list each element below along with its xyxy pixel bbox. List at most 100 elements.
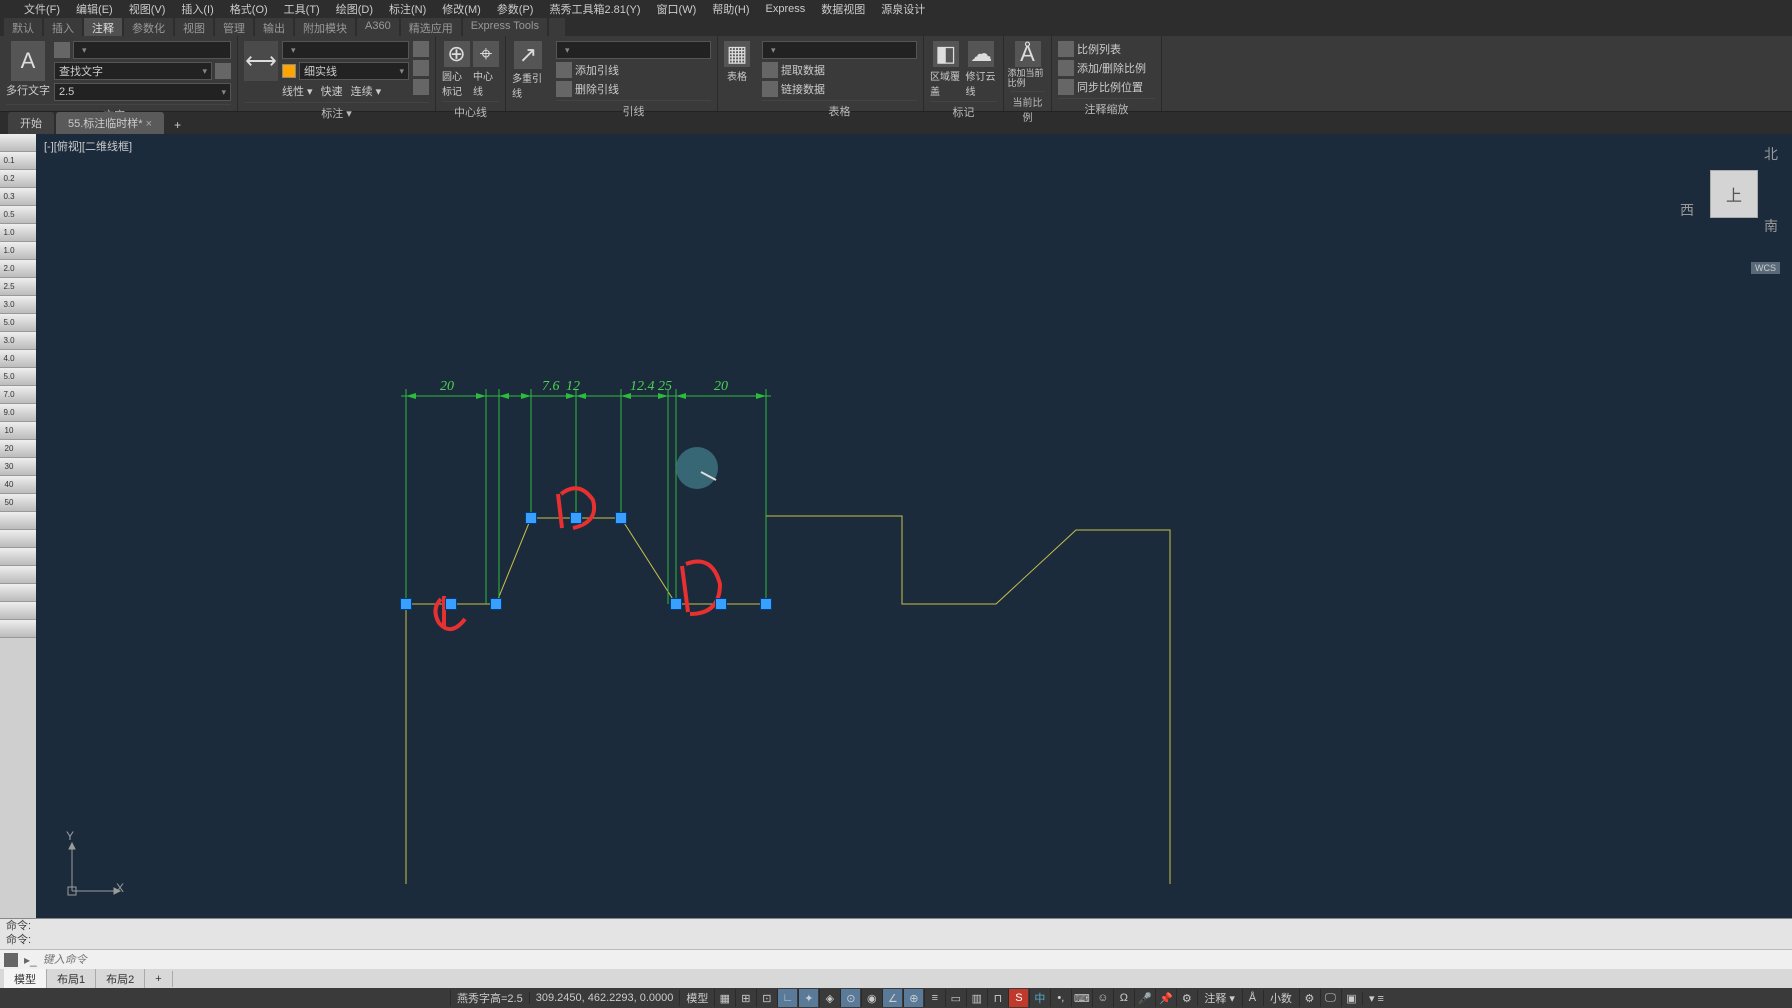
add-scale-button[interactable]: 添加/删除比例 — [1058, 60, 1146, 76]
ribbon-tab[interactable]: 插入 — [44, 18, 82, 36]
menu-item[interactable]: 参数(P) — [491, 1, 540, 17]
grip[interactable] — [525, 512, 537, 524]
toolbar-button[interactable] — [18, 296, 36, 314]
toolbar-button[interactable] — [18, 566, 36, 584]
ribbon-tab[interactable]: 注释 — [84, 18, 122, 36]
grip[interactable] — [445, 598, 457, 610]
toolbar-button[interactable] — [0, 602, 18, 620]
mleader-button[interactable]: ↗多重引线 — [512, 41, 544, 100]
toolbar-button[interactable]: 2.0 — [0, 260, 18, 278]
toolbar-button[interactable]: 0.3 — [0, 188, 18, 206]
dim-tool-icon-2[interactable] — [413, 60, 429, 76]
remove-leader-button[interactable]: 删除引线 — [556, 81, 711, 97]
layout-tab-2[interactable]: 布局2 — [96, 969, 145, 989]
toolbar-button[interactable] — [18, 386, 36, 404]
ime-kb-icon[interactable]: ⌨ — [1071, 989, 1091, 1007]
toolbar-button[interactable] — [18, 134, 36, 152]
command-line[interactable]: ▸_ — [0, 949, 1792, 969]
extract-data-button[interactable]: 提取数据 — [762, 62, 917, 78]
dim-big-button[interactable]: ⟷ — [244, 41, 278, 81]
toolbar-button[interactable] — [0, 620, 18, 638]
menu-item[interactable]: 窗口(W) — [651, 1, 703, 17]
sync-scale-button[interactable]: 同步比例位置 — [1058, 79, 1146, 95]
grip[interactable] — [670, 598, 682, 610]
monitor-icon[interactable]: 🖵 — [1320, 989, 1340, 1007]
ime-zh-icon[interactable]: 中 — [1029, 989, 1049, 1007]
toolbar-button[interactable] — [18, 206, 36, 224]
wipeout-button[interactable]: ◧区域覆盖 — [930, 41, 962, 98]
annotation-menu[interactable]: 注释 ▾ — [1197, 990, 1241, 1006]
toolbar-button[interactable] — [0, 512, 18, 530]
revcloud-button[interactable]: ☁修订云线 — [966, 41, 998, 98]
toolbar-button[interactable] — [0, 566, 18, 584]
layout-tab-model[interactable]: 模型 — [4, 969, 47, 989]
menu-item[interactable]: 绘图(D) — [330, 1, 379, 17]
ime-smile-icon[interactable]: ☺ — [1092, 989, 1112, 1007]
qp-toggle[interactable]: ▥ — [966, 989, 986, 1007]
layout-add-button[interactable]: + — [145, 971, 172, 987]
left-toolbar-2[interactable] — [18, 134, 36, 980]
customize-status[interactable]: ▾ ≡ — [1362, 992, 1390, 1005]
ime-pin-icon[interactable]: 📌 — [1155, 989, 1175, 1007]
text-style-combo[interactable] — [73, 41, 231, 59]
menu-item[interactable]: 燕秀工具箱2.81(Y) — [543, 1, 646, 17]
toolbar-button[interactable]: 1.0 — [0, 224, 18, 242]
table-button[interactable]: ▦表格 — [724, 41, 750, 83]
close-tab-icon[interactable]: × — [146, 118, 152, 130]
lwt-toggle[interactable]: ≡ — [924, 989, 944, 1007]
toolbar-button[interactable] — [18, 224, 36, 242]
ribbon-tab[interactable]: 附加模块 — [295, 18, 355, 36]
toolbar-button[interactable] — [18, 494, 36, 512]
ortho-toggle[interactable]: ∟ — [777, 989, 797, 1007]
menu-item[interactable]: 源泉设计 — [875, 1, 931, 17]
layout-tab-1[interactable]: 布局1 — [47, 969, 96, 989]
toolbar-button[interactable]: 3.0 — [0, 296, 18, 314]
dim-layer-combo[interactable]: 细实线 — [299, 62, 409, 80]
menu-item[interactable]: 编辑(E) — [70, 1, 119, 17]
grip[interactable] — [400, 598, 412, 610]
iso-toggle[interactable]: ◈ — [819, 989, 839, 1007]
toolbar-button[interactable]: 50 — [0, 494, 18, 512]
toolbar-button[interactable] — [0, 584, 18, 602]
ime-omega-icon[interactable]: Ω — [1113, 989, 1133, 1007]
toolbar-button[interactable] — [18, 170, 36, 188]
grid-toggle[interactable]: ▦ — [714, 989, 734, 1007]
mleader-style-combo[interactable] — [556, 41, 711, 59]
toolbar-button[interactable] — [18, 440, 36, 458]
ribbon-tab[interactable] — [549, 18, 565, 36]
infer-toggle[interactable]: ⊡ — [756, 989, 776, 1007]
status-space[interactable]: 模型 — [679, 990, 714, 1006]
toolbar-button[interactable] — [0, 134, 18, 152]
toolbar-button[interactable] — [18, 188, 36, 206]
3dosnap-toggle[interactable]: ◉ — [861, 989, 881, 1007]
ribbon-tab[interactable]: A360 — [357, 18, 399, 36]
toolbar-button[interactable]: 7.0 — [0, 386, 18, 404]
findtext-combo[interactable]: 查找文字 — [54, 62, 212, 80]
link-data-button[interactable]: 链接数据 — [762, 81, 917, 97]
grip[interactable] — [615, 512, 627, 524]
toolbar-button[interactable] — [0, 530, 18, 548]
sc-toggle[interactable]: ⊓ — [987, 989, 1007, 1007]
menu-item[interactable]: 标注(N) — [383, 1, 432, 17]
toolbar-button[interactable]: 2.5 — [0, 278, 18, 296]
toolbar-button[interactable]: 40 — [0, 476, 18, 494]
scale-list-button[interactable]: 比例列表 — [1058, 41, 1146, 57]
polar-toggle[interactable]: ✦ — [798, 989, 818, 1007]
ime-gear-icon[interactable]: ⚙ — [1176, 989, 1196, 1007]
toolbar-button[interactable] — [18, 260, 36, 278]
toolbar-button[interactable] — [18, 350, 36, 368]
ribbon-tab[interactable]: 默认 — [4, 18, 42, 36]
cmd-arrow-icon[interactable]: ▸_ — [24, 953, 37, 967]
toolbar-button[interactable]: 20 — [0, 440, 18, 458]
dim-quick-button[interactable]: 快速 — [321, 83, 343, 99]
tpy-toggle[interactable]: ▭ — [945, 989, 965, 1007]
ribbon-tab[interactable]: 管理 — [215, 18, 253, 36]
toolbar-button[interactable]: 3.0 — [0, 332, 18, 350]
toolbar-button[interactable]: 0.1 — [0, 152, 18, 170]
toolbar-button[interactable] — [18, 584, 36, 602]
toolbar-button[interactable] — [18, 476, 36, 494]
toolbar-button[interactable]: 30 — [0, 458, 18, 476]
drawing-canvas[interactable]: [-][俯视][二维线框] 北 西 南 上 WCS 20 7.6 — [36, 134, 1792, 956]
toolbar-button[interactable]: 9.0 — [0, 404, 18, 422]
menu-item[interactable]: 插入(I) — [175, 1, 219, 17]
